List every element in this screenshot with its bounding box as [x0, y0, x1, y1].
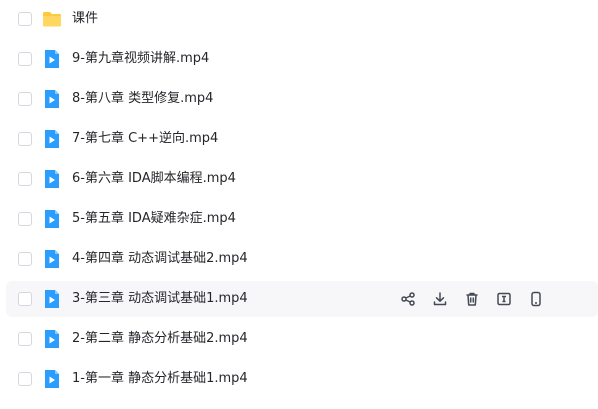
file-name[interactable]: 6-第六章 IDA脚本编程.mp4 — [72, 161, 236, 197]
file-name[interactable]: 5-第五章 IDA疑难杂症.mp4 — [72, 201, 236, 237]
video-file-icon — [42, 289, 62, 309]
file-name[interactable]: 9-第九章视频讲解.mp4 — [72, 41, 209, 77]
list-item-folder-kejian[interactable]: 课件 — [6, 1, 598, 37]
file-name[interactable]: 2-第二章 静态分析基础2.mp4 — [72, 321, 248, 357]
list-item-video[interactable]: 2-第二章 静态分析基础2.mp4 — [6, 321, 598, 357]
list-item-video[interactable]: 5-第五章 IDA疑难杂症.mp4 — [6, 201, 598, 237]
file-name[interactable]: 1-第一章 静态分析基础1.mp4 — [72, 361, 248, 397]
row-checkbox[interactable] — [18, 252, 32, 266]
file-name[interactable]: 7-第七章 C++逆向.mp4 — [72, 121, 218, 157]
row-checkbox[interactable] — [18, 92, 32, 106]
list-item-video[interactable]: 8-第八章 类型修复.mp4 — [6, 81, 598, 117]
file-list: 课件 9-第九章视频讲解.mp4 8-第八章 类型修复.mp4 7-第七章 C+… — [0, 0, 598, 409]
video-file-icon — [42, 89, 62, 109]
list-item-video-hovered[interactable]: 3-第三章 动态调试基础1.mp4 — [6, 281, 598, 317]
download-icon[interactable] — [432, 290, 448, 308]
row-checkbox[interactable] — [18, 332, 32, 346]
video-file-icon — [42, 129, 62, 149]
row-checkbox[interactable] — [18, 292, 32, 306]
video-file-icon — [42, 209, 62, 229]
list-item-video[interactable]: 7-第七章 C++逆向.mp4 — [6, 121, 598, 157]
rename-icon[interactable] — [496, 290, 512, 308]
row-actions — [400, 281, 560, 317]
list-item-video[interactable]: 1-第一章 静态分析基础1.mp4 — [6, 361, 598, 397]
row-checkbox[interactable] — [18, 132, 32, 146]
mobile-icon[interactable] — [528, 290, 544, 308]
delete-icon[interactable] — [464, 290, 480, 308]
row-checkbox[interactable] — [18, 372, 32, 386]
video-file-icon — [42, 49, 62, 69]
video-file-icon — [42, 249, 62, 269]
folder-icon — [42, 9, 62, 29]
file-name[interactable]: 课件 — [72, 1, 98, 37]
row-checkbox[interactable] — [18, 212, 32, 226]
file-name[interactable]: 4-第四章 动态调试基础2.mp4 — [72, 241, 248, 277]
file-name[interactable]: 8-第八章 类型修复.mp4 — [72, 81, 213, 117]
row-checkbox[interactable] — [18, 172, 32, 186]
video-file-icon — [42, 169, 62, 189]
file-name[interactable]: 3-第三章 动态调试基础1.mp4 — [72, 281, 248, 317]
list-item-video[interactable]: 4-第四章 动态调试基础2.mp4 — [6, 241, 598, 277]
video-file-icon — [42, 329, 62, 349]
list-item-video[interactable]: 6-第六章 IDA脚本编程.mp4 — [6, 161, 598, 197]
share-icon[interactable] — [400, 290, 416, 308]
row-checkbox[interactable] — [18, 52, 32, 66]
row-checkbox[interactable] — [18, 12, 32, 26]
video-file-icon — [42, 369, 62, 389]
list-item-video[interactable]: 9-第九章视频讲解.mp4 — [6, 41, 598, 77]
